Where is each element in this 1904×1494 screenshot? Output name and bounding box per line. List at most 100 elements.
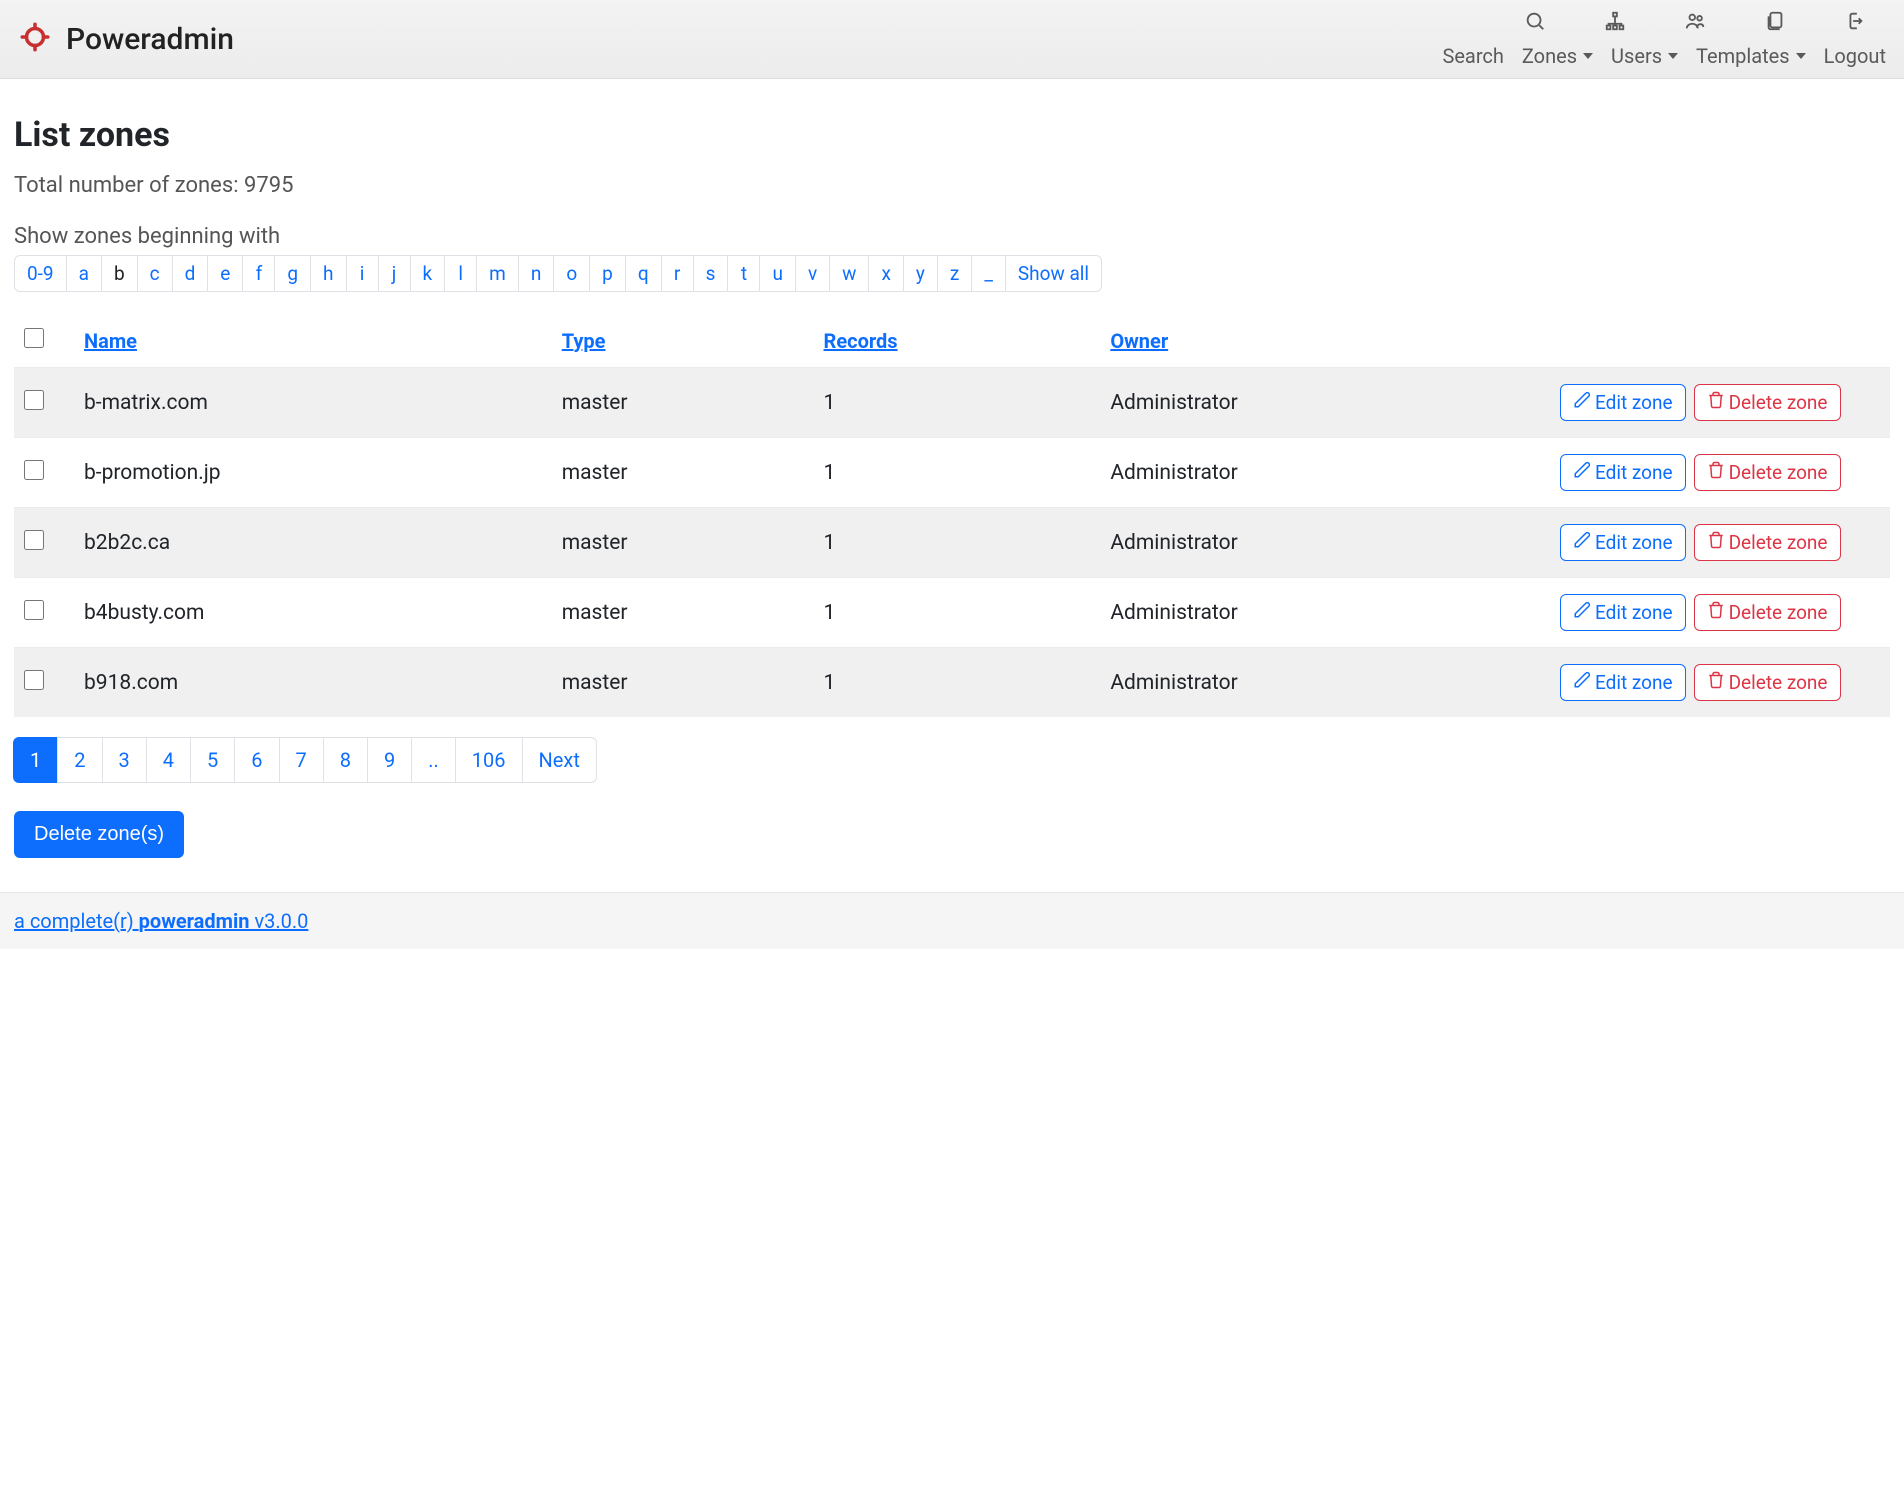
delete-zone-button[interactable]: Delete zone xyxy=(1694,384,1841,421)
edit-zone-button[interactable]: Edit zone xyxy=(1560,384,1686,421)
brand-text: Poweradmin xyxy=(66,22,234,57)
filter-o[interactable]: o xyxy=(554,256,590,291)
page-106[interactable]: 106 xyxy=(455,737,523,783)
nav-users[interactable]: Users xyxy=(1611,44,1678,68)
filter-i[interactable]: i xyxy=(347,256,379,291)
row-checkbox[interactable] xyxy=(24,670,44,690)
delete-zone-button[interactable]: Delete zone xyxy=(1694,454,1841,491)
filter-y[interactable]: y xyxy=(904,256,938,291)
row-checkbox[interactable] xyxy=(24,600,44,620)
delete-zone-button[interactable]: Delete zone xyxy=(1694,524,1841,561)
trash-icon xyxy=(1707,461,1725,484)
filter-f[interactable]: f xyxy=(243,256,275,291)
cell-name: b918.com xyxy=(74,648,552,718)
sitemap-icon[interactable] xyxy=(1604,10,1626,36)
nav-logout[interactable]: Logout xyxy=(1824,44,1886,68)
filter-h[interactable]: h xyxy=(311,256,346,291)
nav-zones[interactable]: Zones xyxy=(1522,44,1593,68)
filter-0-9[interactable]: 0-9 xyxy=(15,256,67,291)
total-zones: Total number of zones: 9795 xyxy=(14,173,1890,198)
edit-zone-button[interactable]: Edit zone xyxy=(1560,664,1686,701)
footer-link[interactable]: a complete(r) poweradmin v3.0.0 xyxy=(14,909,308,933)
nav-search[interactable]: Search xyxy=(1442,44,1503,68)
filter-row: 0-9abcdefghijklmnopqrstuvwxyz_Show all xyxy=(14,255,1102,292)
filter-e[interactable]: e xyxy=(208,256,243,291)
filter-_[interactable]: _ xyxy=(972,256,1006,291)
table-row: b2b2c.camaster1AdministratorEdit zoneDel… xyxy=(14,508,1890,578)
users-icon[interactable] xyxy=(1684,10,1706,36)
table-row: b4busty.commaster1AdministratorEdit zone… xyxy=(14,578,1890,648)
edit-zone-button[interactable]: Edit zone xyxy=(1560,454,1686,491)
zones-table: Name Type Records Owner b-matrix.commast… xyxy=(14,314,1890,717)
page-2[interactable]: 2 xyxy=(57,737,102,783)
page-3[interactable]: 3 xyxy=(102,737,147,783)
page-5[interactable]: 5 xyxy=(190,737,235,783)
page-Next[interactable]: Next xyxy=(522,737,597,783)
edit-icon xyxy=(1573,671,1591,694)
chevron-down-icon xyxy=(1796,53,1806,59)
edit-icon xyxy=(1573,461,1591,484)
edit-icon xyxy=(1573,601,1591,624)
filter-s[interactable]: s xyxy=(694,256,729,291)
cell-records: 1 xyxy=(814,578,1101,648)
cell-records: 1 xyxy=(814,508,1101,578)
page-6[interactable]: 6 xyxy=(234,737,279,783)
filter-k[interactable]: k xyxy=(411,256,446,291)
delete-zones-button[interactable]: Delete zone(s) xyxy=(14,811,184,858)
brand[interactable]: Poweradmin xyxy=(18,20,234,58)
edit-zone-button[interactable]: Edit zone xyxy=(1560,594,1686,631)
filter-t[interactable]: t xyxy=(728,256,760,291)
logout-icon[interactable] xyxy=(1844,10,1866,36)
trash-icon xyxy=(1707,601,1725,624)
page-1[interactable]: 1 xyxy=(13,737,58,783)
filter-x[interactable]: x xyxy=(869,256,903,291)
chevron-down-icon xyxy=(1668,53,1678,59)
page-8[interactable]: 8 xyxy=(323,737,368,783)
footer: a complete(r) poweradmin v3.0.0 xyxy=(0,892,1904,949)
nav-links: Search Zones Users Templates Logout xyxy=(1442,44,1886,68)
cell-name: b4busty.com xyxy=(74,578,552,648)
filter-j[interactable]: j xyxy=(379,256,411,291)
filter-g[interactable]: g xyxy=(275,256,311,291)
filter-r[interactable]: r xyxy=(662,256,694,291)
nav-templates[interactable]: Templates xyxy=(1696,44,1806,68)
select-all-checkbox[interactable] xyxy=(24,328,44,348)
page-9[interactable]: 9 xyxy=(367,737,412,783)
delete-zone-button[interactable]: Delete zone xyxy=(1694,594,1841,631)
edit-zone-button[interactable]: Edit zone xyxy=(1560,524,1686,561)
row-checkbox[interactable] xyxy=(24,530,44,550)
filter-Show all[interactable]: Show all xyxy=(1006,256,1101,291)
col-owner[interactable]: Owner xyxy=(1100,314,1550,368)
cell-owner: Administrator xyxy=(1100,578,1550,648)
filter-z[interactable]: z xyxy=(938,256,972,291)
filter-l[interactable]: l xyxy=(445,256,477,291)
page-..[interactable]: .. xyxy=(411,737,456,783)
page-4[interactable]: 4 xyxy=(146,737,191,783)
row-checkbox[interactable] xyxy=(24,390,44,410)
col-name[interactable]: Name xyxy=(74,314,552,368)
row-checkbox[interactable] xyxy=(24,460,44,480)
cell-type: master xyxy=(552,508,814,578)
filter-d[interactable]: d xyxy=(173,256,209,291)
filter-v[interactable]: v xyxy=(796,256,830,291)
cell-type: master xyxy=(552,438,814,508)
col-type[interactable]: Type xyxy=(552,314,814,368)
cell-owner: Administrator xyxy=(1100,368,1550,438)
filter-m[interactable]: m xyxy=(477,256,519,291)
filter-q[interactable]: q xyxy=(626,256,662,291)
filter-p[interactable]: p xyxy=(590,256,626,291)
search-icon[interactable] xyxy=(1524,10,1546,36)
filter-u[interactable]: u xyxy=(760,256,795,291)
nav-icons xyxy=(1524,10,1886,40)
templates-icon[interactable] xyxy=(1764,10,1786,36)
filter-w[interactable]: w xyxy=(830,256,869,291)
table-row: b918.commaster1AdministratorEdit zoneDel… xyxy=(14,648,1890,718)
filter-n[interactable]: n xyxy=(519,256,555,291)
trash-icon xyxy=(1707,391,1725,414)
filter-a[interactable]: a xyxy=(67,256,102,291)
filter-c[interactable]: c xyxy=(138,256,173,291)
page-7[interactable]: 7 xyxy=(279,737,324,783)
filter-b[interactable]: b xyxy=(102,256,138,291)
col-records[interactable]: Records xyxy=(814,314,1101,368)
delete-zone-button[interactable]: Delete zone xyxy=(1694,664,1841,701)
